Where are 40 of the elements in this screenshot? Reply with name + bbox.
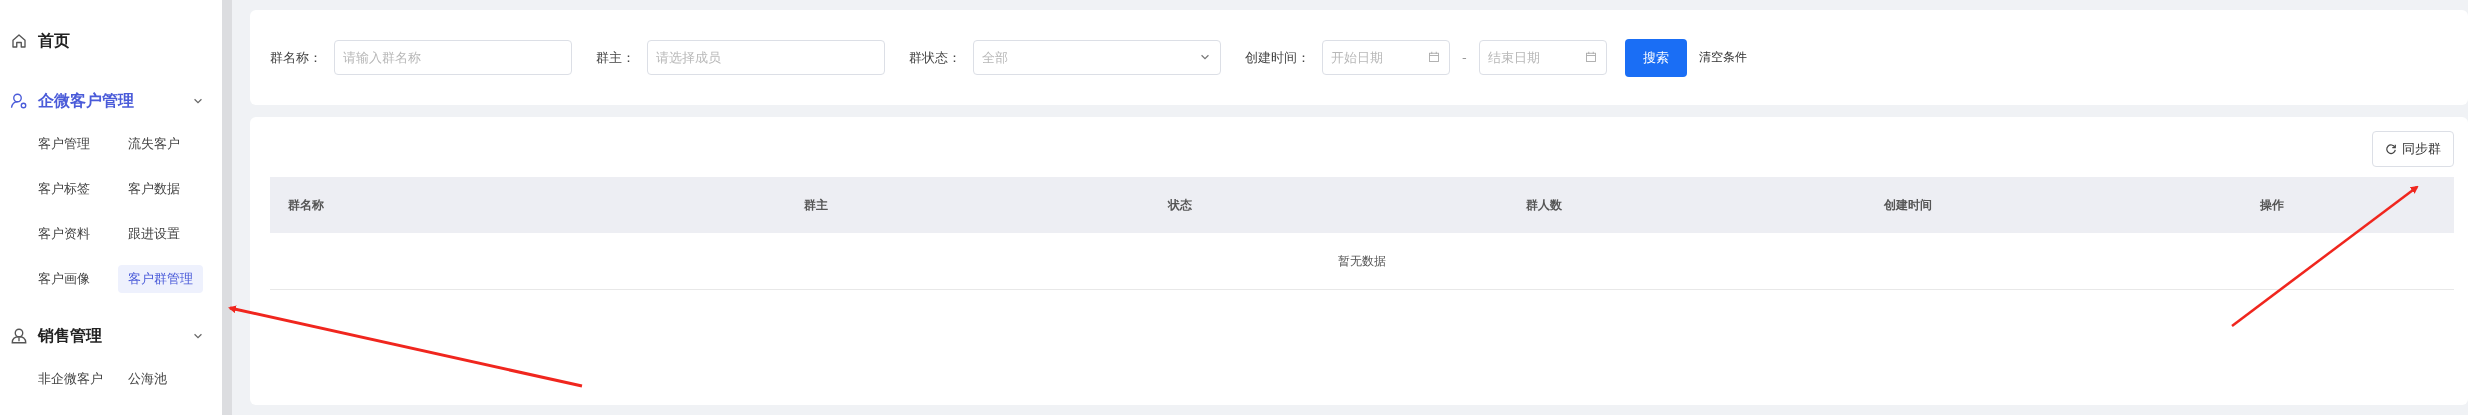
sidebar-subitem[interactable]: 客户资料 — [28, 220, 100, 248]
search-button[interactable]: 搜索 — [1624, 38, 1687, 77]
column-header: 创建时间 — [1883, 196, 1933, 214]
clear-link[interactable]: 清空条件 — [1698, 49, 1747, 66]
sidebar-item[interactable]: 首页 — [0, 24, 222, 58]
calendar-icon — [1428, 51, 1440, 63]
sidebar-subitem[interactable]: 客户标签 — [28, 175, 100, 203]
sidebar-subitem[interactable]: 流失客户 — [118, 130, 190, 158]
input-field[interactable]: 请选择成员 — [647, 40, 885, 75]
select-field[interactable]: 全部 — [973, 40, 1221, 75]
column-header: 操作 — [2259, 196, 2285, 214]
home-icon — [10, 32, 28, 50]
refresh-icon — [2385, 143, 2397, 155]
range-separator: - — [1462, 50, 1467, 65]
sidebar-subitem[interactable]: 跟进设置 — [118, 220, 190, 248]
column-header: 状态 — [1166, 196, 1193, 214]
sidebar-subitem[interactable]: 非企微客户 — [28, 365, 113, 393]
sync-button[interactable]: 同步群 — [2372, 131, 2454, 167]
sidebar-item[interactable]: 销售管理 — [0, 319, 222, 353]
sidebar-subitem[interactable]: 客户数据 — [118, 175, 190, 203]
user-icon — [10, 92, 28, 110]
date-field[interactable]: 开始日期 — [1322, 40, 1450, 75]
person-icon — [10, 327, 28, 345]
scrollbar[interactable] — [222, 0, 232, 415]
input-field[interactable]: 请输入群名称 — [334, 40, 572, 75]
field-label: 群主： — [596, 48, 635, 67]
field-label: 创建时间： — [1245, 48, 1310, 67]
empty-message: 暂无数据 — [270, 233, 2454, 290]
column-header: 群名称 — [287, 196, 325, 214]
column-header: 群主 — [803, 196, 829, 214]
sidebar-subitem[interactable]: 客户画像 — [28, 265, 100, 293]
date-field[interactable]: 结束日期 — [1478, 40, 1607, 75]
field-label: 群状态： — [909, 48, 961, 67]
sidebar-item[interactable]: 企微客户管理 — [0, 84, 222, 118]
field-label: 群名称： — [270, 48, 322, 67]
sidebar-subitem[interactable]: 客户群管理 — [118, 265, 203, 293]
sidebar-subitem[interactable]: 公海池 — [118, 365, 177, 393]
calendar-icon — [1584, 51, 1597, 63]
column-header: 群人数 — [1525, 196, 1563, 214]
sidebar-subitem[interactable]: 客户管理 — [28, 130, 100, 158]
